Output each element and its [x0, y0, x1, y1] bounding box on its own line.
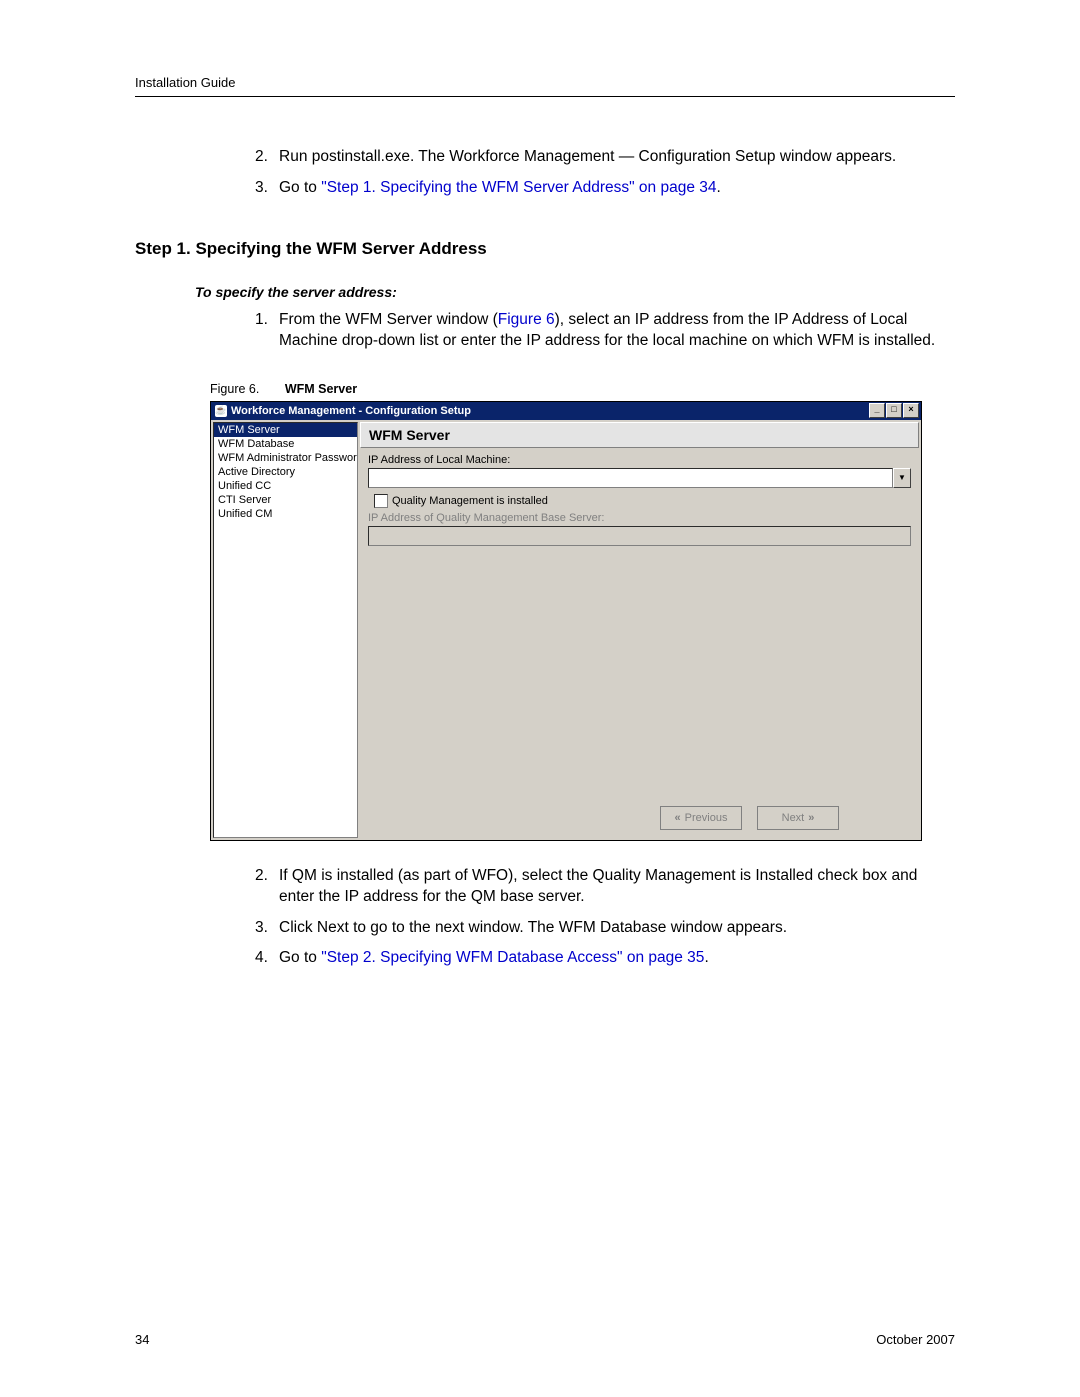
panel-title: WFM Server: [360, 422, 919, 448]
nav-item-unified-cm[interactable]: Unified CM: [214, 507, 357, 521]
chevron-right-icon: »: [808, 812, 814, 824]
qm-ip-label: IP Address of Quality Management Base Se…: [368, 512, 911, 524]
text-fragment: From the WFM Server window (: [279, 311, 498, 328]
running-header: Installation Guide: [135, 75, 955, 90]
nav-item-cti-server[interactable]: CTI Server: [214, 493, 357, 507]
item-text: If QM is installed (as part of WFO), sel…: [279, 866, 955, 908]
dropdown-arrow-icon[interactable]: ▼: [893, 468, 911, 488]
figure-title: WFM Server: [285, 382, 357, 396]
button-label: Previous: [685, 812, 728, 824]
item-number: 4.: [255, 948, 279, 969]
page-footer: 34 October 2007: [135, 1332, 955, 1347]
window-title: Workforce Management - Configuration Set…: [231, 405, 471, 417]
figure-reference-link[interactable]: Figure 6: [498, 311, 555, 328]
item-number: 2.: [255, 147, 279, 168]
cross-reference-link[interactable]: "Step 2. Specifying WFM Database Access"…: [321, 949, 704, 966]
next-button[interactable]: Next »: [757, 806, 839, 830]
nav-item-active-directory[interactable]: Active Directory: [214, 465, 357, 479]
header-rule: [135, 96, 955, 97]
footer-date: October 2007: [876, 1332, 955, 1347]
list-item: 3. Go to "Step 1. Specifying the WFM Ser…: [255, 178, 955, 199]
text-fragment: Go to: [279, 179, 321, 196]
list-item: 2. Run postinstall.exe. The Workforce Ma…: [255, 147, 955, 168]
item-number: 3.: [255, 918, 279, 939]
item-text: Run postinstall.exe. The Workforce Manag…: [279, 147, 896, 168]
item-text: Go to "Step 1. Specifying the WFM Server…: [279, 178, 721, 199]
item-text: Click Next to go to the next window. The…: [279, 918, 787, 939]
close-button[interactable]: ×: [903, 403, 919, 418]
screenshot-window: ☕ Workforce Management - Configuration S…: [210, 401, 922, 841]
wizard-nav-panel: WFM Server WFM Database WFM Administrato…: [213, 422, 358, 838]
qm-installed-checkbox[interactable]: [374, 494, 388, 508]
wizard-content-panel: WFM Server IP Address of Local Machine: …: [360, 422, 919, 838]
text-fragment: to go to the next window. The WFM Databa…: [349, 919, 787, 936]
ip-address-dropdown[interactable]: [368, 468, 893, 488]
item-text: From the WFM Server window (Figure 6), s…: [279, 310, 955, 352]
list-item: 2. If QM is installed (as part of WFO), …: [255, 866, 955, 908]
text-fragment: Go to: [279, 949, 321, 966]
item-number: 3.: [255, 178, 279, 199]
java-icon: ☕: [215, 405, 227, 417]
procedure-intro: To specify the server address:: [195, 284, 955, 300]
list-item: 3. Click Next to go to the next window. …: [255, 918, 955, 939]
procedure-list-continued: 2. If QM is installed (as part of WFO), …: [255, 866, 955, 970]
ip-address-label: IP Address of Local Machine:: [368, 454, 911, 466]
ui-term: Next: [317, 919, 349, 936]
qm-checkbox-label: Quality Management is installed: [392, 495, 548, 507]
text-fragment: Click: [279, 919, 317, 936]
wizard-button-bar: « Previous Next »: [360, 798, 919, 838]
nav-item-wfm-database[interactable]: WFM Database: [214, 437, 357, 451]
maximize-button[interactable]: □: [886, 403, 902, 418]
intro-list: 2. Run postinstall.exe. The Workforce Ma…: [255, 147, 955, 199]
button-label: Next: [782, 812, 805, 824]
qm-ip-field: [368, 526, 911, 546]
text-fragment: .: [704, 949, 708, 966]
chevron-left-icon: «: [675, 812, 681, 824]
figure-caption: Figure 6. WFM Server: [210, 382, 955, 396]
section-heading: Step 1. Specifying the WFM Server Addres…: [135, 239, 955, 259]
list-item: 1. From the WFM Server window (Figure 6)…: [255, 310, 955, 352]
minimize-button[interactable]: _: [869, 403, 885, 418]
item-text: Go to "Step 2. Specifying WFM Database A…: [279, 948, 709, 969]
list-item: 4. Go to "Step 2. Specifying WFM Databas…: [255, 948, 955, 969]
nav-item-wfm-server[interactable]: WFM Server: [214, 423, 357, 437]
nav-item-admin-password[interactable]: WFM Administrator Password: [214, 451, 357, 465]
item-number: 2.: [255, 866, 279, 908]
figure-number: Figure 6.: [210, 382, 259, 396]
cross-reference-link[interactable]: "Step 1. Specifying the WFM Server Addre…: [321, 179, 716, 196]
item-number: 1.: [255, 310, 279, 352]
procedure-list: 1. From the WFM Server window (Figure 6)…: [255, 310, 955, 352]
previous-button[interactable]: « Previous: [660, 806, 742, 830]
window-titlebar: ☕ Workforce Management - Configuration S…: [211, 402, 921, 420]
text-fragment: .: [716, 179, 720, 196]
page-number: 34: [135, 1332, 149, 1347]
nav-item-unified-cc[interactable]: Unified CC: [214, 479, 357, 493]
